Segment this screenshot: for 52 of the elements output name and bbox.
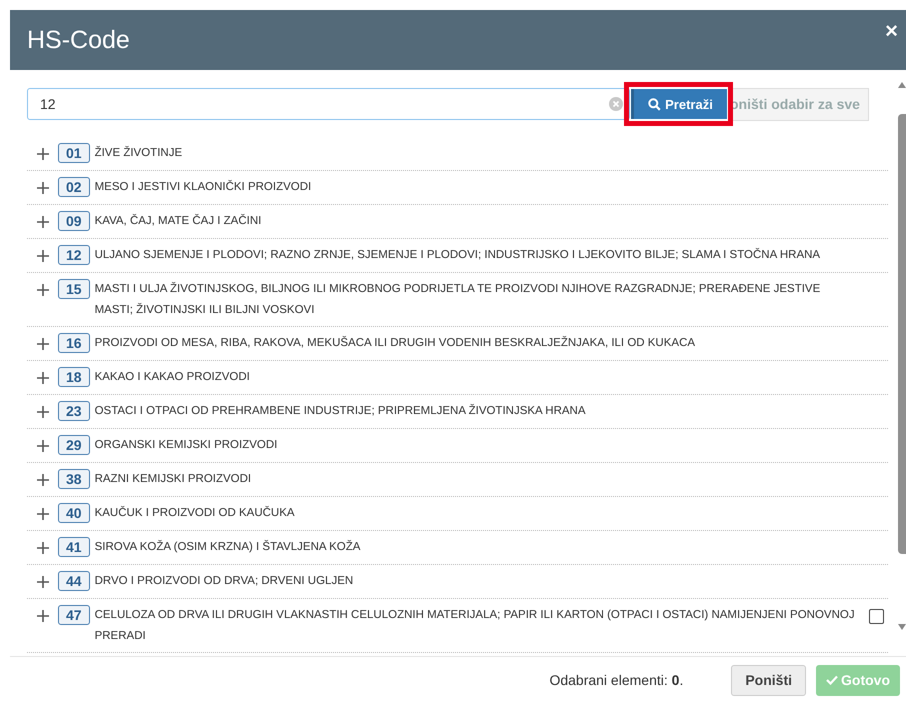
expand-icon[interactable]: [37, 216, 49, 228]
category-label: KAUČUK I PROIZVODI OD KAUČUKA: [94, 505, 296, 521]
code-badge: 02: [58, 177, 90, 197]
search-icon: [648, 98, 662, 110]
category-label: ORGANSKI KEMIJSKI PROIZVODI: [94, 438, 278, 453]
search-input[interactable]: 12: [40, 96, 609, 112]
category-label: CELULOZA OD DRVA ILI DRUGIH VLAKNASTIH CELULOZNIH MATERIJALA; PAPIR ILI KARTON (OTPACI I OSTACI) NAMIJENJENI PONOVNOJ PRERADI: [94, 608, 856, 644]
checkmark-icon: [826, 675, 838, 685]
code-badge: 23: [58, 401, 90, 421]
close-button[interactable]: ×: [883, 20, 900, 42]
checkbox[interactable]: [869, 609, 884, 624]
code-badge: 16: [58, 333, 90, 353]
code-badge: 09: [58, 211, 90, 231]
code-badge: 47: [58, 605, 90, 625]
code-badge: 41: [58, 537, 90, 557]
cancel-button[interactable]: Poništi: [731, 664, 806, 696]
search-field[interactable]: 12: [27, 88, 630, 120]
category-label: KAVA, ČAJ, MATE ČAJ I ZAČINI: [94, 213, 262, 229]
code-badge: 44: [58, 571, 90, 591]
expand-icon[interactable]: [37, 406, 49, 418]
expand-icon[interactable]: [37, 610, 49, 622]
dialog-title: HS-Code: [27, 26, 130, 54]
category-label: PROIZVODI OD MESA, RIBA, RAKOVA, MEKUŠACA ILI DRUGIH VODENIH BESKRALJEŽNJAKA, ILI OD KUKACA: [94, 335, 696, 351]
category-label: DRVO I PROIZVODI OD DRVA; DRVENI UGLJEN: [94, 574, 354, 589]
category-label: ŽIVE ŽIVOTINJE: [94, 145, 184, 161]
expand-icon[interactable]: [37, 338, 49, 350]
code-badge: 18: [58, 367, 90, 387]
expand-icon[interactable]: [37, 250, 49, 262]
category-label: MESO I JESTIVI KLAONIČKI PROIZVODI: [94, 179, 312, 195]
code-badge: 12: [58, 245, 90, 265]
category-label: SIROVA KOŽA (OSIM KRZNA) I ŠTAVLJENA KOŽA: [94, 539, 362, 555]
expand-icon[interactable]: [37, 182, 49, 194]
search-button[interactable]: Pretraži: [631, 89, 727, 119]
expand-icon[interactable]: [37, 284, 49, 296]
expand-icon[interactable]: [37, 148, 49, 160]
expand-icon[interactable]: [37, 542, 49, 554]
expand-icon[interactable]: [37, 474, 49, 486]
selected-count: Odabrani elementi: 0.: [549, 672, 684, 688]
code-badge: 40: [58, 503, 90, 523]
code-badge: 01: [58, 143, 90, 163]
expand-icon[interactable]: [37, 372, 49, 384]
code-badge: 15: [58, 279, 90, 299]
category-label: ULJANO SJEMENJE I PLODOVI; RAZNO ZRNJE, SJEMENJE I PLODOVI; INDUSTRIJSKO I LJEKOVITO BILJE; SLAMA I STOČNA HRANA: [94, 247, 822, 263]
code-badge: 29: [58, 435, 90, 455]
code-badge: 38: [58, 469, 90, 489]
category-label: KAKAO I KAKAO PROIZVODI: [94, 370, 251, 385]
category-label: RAZNI KEMIJSKI PROIZVODI: [94, 472, 252, 487]
expand-icon[interactable]: [37, 576, 49, 588]
expand-icon[interactable]: [37, 440, 49, 452]
expand-icon[interactable]: [37, 508, 49, 520]
category-label: MASTI I ULJA ŽIVOTINJSKOG, BILJNOG ILI MIKROBNOG PODRIJETLA TE PROIZVODI NJIHOVE RAZGRADNJE; PRERAĐENE JESTIVE MASTI; ŽIVOTINJSKI ILI BILJNI VOSKOVI: [94, 281, 822, 318]
category-label: OSTACI I OTPACI OD PREHRAMBENE INDUSTRIJE; PRIPREMLJENA ŽIVOTINJSKA HRANA: [94, 403, 587, 419]
